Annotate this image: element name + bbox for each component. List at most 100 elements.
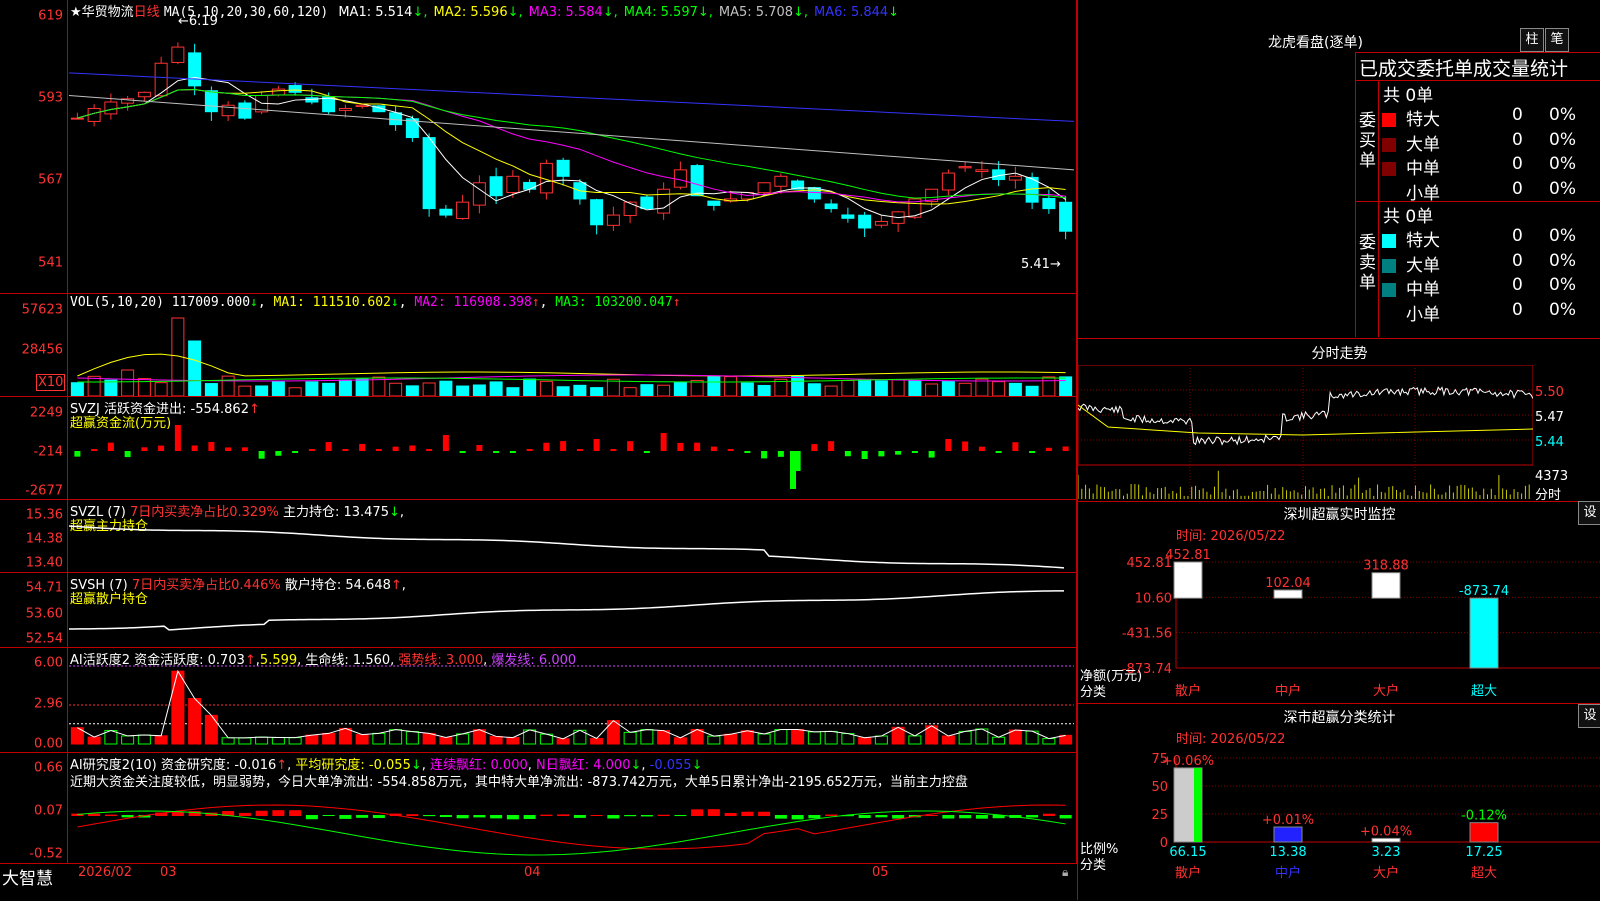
research-bar [657, 814, 670, 816]
svzj-panel[interactable]: 2249 -214 -2677 SVZJ 活跃资金进出: -554.862↑ 超… [0, 396, 1077, 500]
activity-bar [456, 733, 470, 745]
intraday-price-label: 5.44 [1535, 435, 1564, 450]
svsh-chart [69, 590, 1065, 631]
price-label: 541 [38, 255, 63, 271]
activity-bar [338, 727, 352, 745]
color-swatch [1382, 258, 1396, 273]
category-label: 散户 [1175, 683, 1201, 699]
candle [422, 137, 436, 210]
value-bar [1173, 561, 1203, 599]
candle [1008, 175, 1022, 181]
axis-title: 分类 [1080, 685, 1106, 700]
volume-panel[interactable]: 57623 28456 X10 VOL(5,10,20) 117009.000↓… [0, 293, 1077, 397]
flow-bar [158, 445, 165, 451]
flow-bar [627, 441, 634, 451]
flow-bar [844, 451, 851, 457]
flow-bar [526, 449, 533, 451]
activity-bar [422, 732, 436, 745]
ai-activity-label: 2.96 [34, 696, 63, 712]
dragon-tiger-panel: 龙虎看盘(逐单) 柱 笔 已成交委托单成交量统计 委买单 共 0单 特大 0 0% 大… [1078, 0, 1600, 340]
flow-bar [727, 449, 734, 451]
volume-bar [941, 380, 955, 396]
flow-bar [141, 447, 148, 451]
volume-bar [422, 382, 436, 396]
intraday-panel[interactable]: 分时走势 5.50 5.47 5.44 4373 分时 [1078, 338, 1600, 503]
research-bar [423, 815, 436, 817]
candle [958, 166, 972, 169]
change-label: -0.12% [1461, 809, 1507, 824]
flow-bar [292, 451, 299, 453]
research-bar [121, 815, 134, 818]
activity-bar [992, 736, 1006, 745]
value-label: 17.25 [1465, 845, 1502, 860]
volume-axis: 57623 28456 X10 [0, 294, 68, 396]
research-bar [707, 809, 720, 816]
flow-bar [91, 449, 98, 451]
flow-bar [576, 449, 583, 451]
volume-bar [1042, 376, 1056, 396]
value-label: 102.04 [1265, 576, 1311, 591]
axis-title: 净额(万元) [1080, 669, 1142, 684]
volume-bar [539, 380, 553, 396]
category-label: 散户 [1175, 865, 1201, 881]
bar-view-button[interactable]: 柱 [1520, 28, 1544, 52]
lock-icon[interactable]: 🔒︎ [1062, 865, 1068, 880]
candle [858, 214, 872, 229]
volume-bar [807, 383, 821, 396]
svsh-panel[interactable]: 54.71 53.60 52.54 SVSH (7) 7日内买卖净占比0.446… [0, 572, 1077, 648]
order-row: 特大 0 0% [1382, 105, 1576, 130]
sz-class-chart: 7550250+0.06%66.15散户+0.01%13.38中户+0.04%3… [1080, 752, 1600, 881]
category-label: 中户 [1275, 865, 1301, 881]
research-bar [305, 815, 318, 820]
settings-button[interactable]: 设 [1578, 704, 1600, 728]
activity-bar [489, 735, 503, 745]
research-bar [607, 815, 620, 819]
candle [506, 175, 520, 193]
chart-area[interactable]: 619 593 567 541 ★华贸物流日线 MA(5,10,20,30,60… [0, 0, 1077, 889]
flow-bar [710, 446, 717, 451]
volume-bar [456, 385, 470, 396]
research-bar [238, 812, 251, 816]
ai-research-axis: 0.66 0.07 -0.52 [0, 753, 68, 863]
order-row: 中单 0 0% [1382, 275, 1576, 300]
volume-bar [590, 387, 604, 396]
flow-bar [359, 443, 366, 451]
svzj-label: -2677 [25, 483, 63, 499]
color-swatch [1382, 307, 1396, 322]
research-bar [506, 815, 519, 820]
flow-bar [895, 451, 902, 455]
volume-bar [489, 381, 503, 396]
settings-button[interactable]: 设 [1578, 501, 1600, 525]
activity-bar [908, 735, 922, 745]
candle [188, 52, 202, 87]
ai-activity-panel[interactable]: 6.00 2.96 0.00 AI活跃度2 资金活跃度: 0.703↑,5.59… [0, 647, 1077, 753]
research-bar [975, 815, 988, 819]
volume-unit: X10 [36, 374, 66, 391]
research-bar [356, 815, 369, 818]
value-label: 66.15 [1169, 845, 1206, 860]
axis-label: 10.60 [1135, 591, 1172, 606]
ai-research-panel[interactable]: 0.66 0.07 -0.52 AI研究度2(10) 资金研究度: -0.016… [0, 752, 1077, 864]
intraday-frame [1078, 365, 1533, 466]
activity-bar [841, 733, 855, 745]
candlestick-panel[interactable]: 619 593 567 541 ★华贸物流日线 MA(5,10,20,30,60… [0, 0, 1077, 294]
svzl-label: 13.40 [25, 555, 63, 571]
activity-bar [322, 732, 336, 745]
price-label: 567 [38, 172, 63, 188]
volume-bar [791, 375, 805, 396]
candle [70, 117, 84, 120]
value-label: 3.23 [1372, 845, 1401, 860]
color-swatch [1382, 113, 1396, 127]
tick-view-button[interactable]: 笔 [1545, 28, 1569, 52]
volume-bar [673, 381, 687, 396]
order-type: 大单 [1406, 255, 1440, 276]
svzl-panel[interactable]: 15.36 14.38 13.40 SVZL (7) 7日内买卖净占比0.329… [0, 499, 1077, 573]
volume-bar [271, 381, 285, 396]
axis-title: 比例% [1080, 842, 1118, 857]
flow-bar [493, 451, 500, 453]
order-type: 小单 [1406, 304, 1440, 325]
activity-bar [774, 729, 788, 745]
candle [807, 187, 821, 200]
price-label: 593 [38, 90, 63, 106]
candle [841, 214, 855, 219]
